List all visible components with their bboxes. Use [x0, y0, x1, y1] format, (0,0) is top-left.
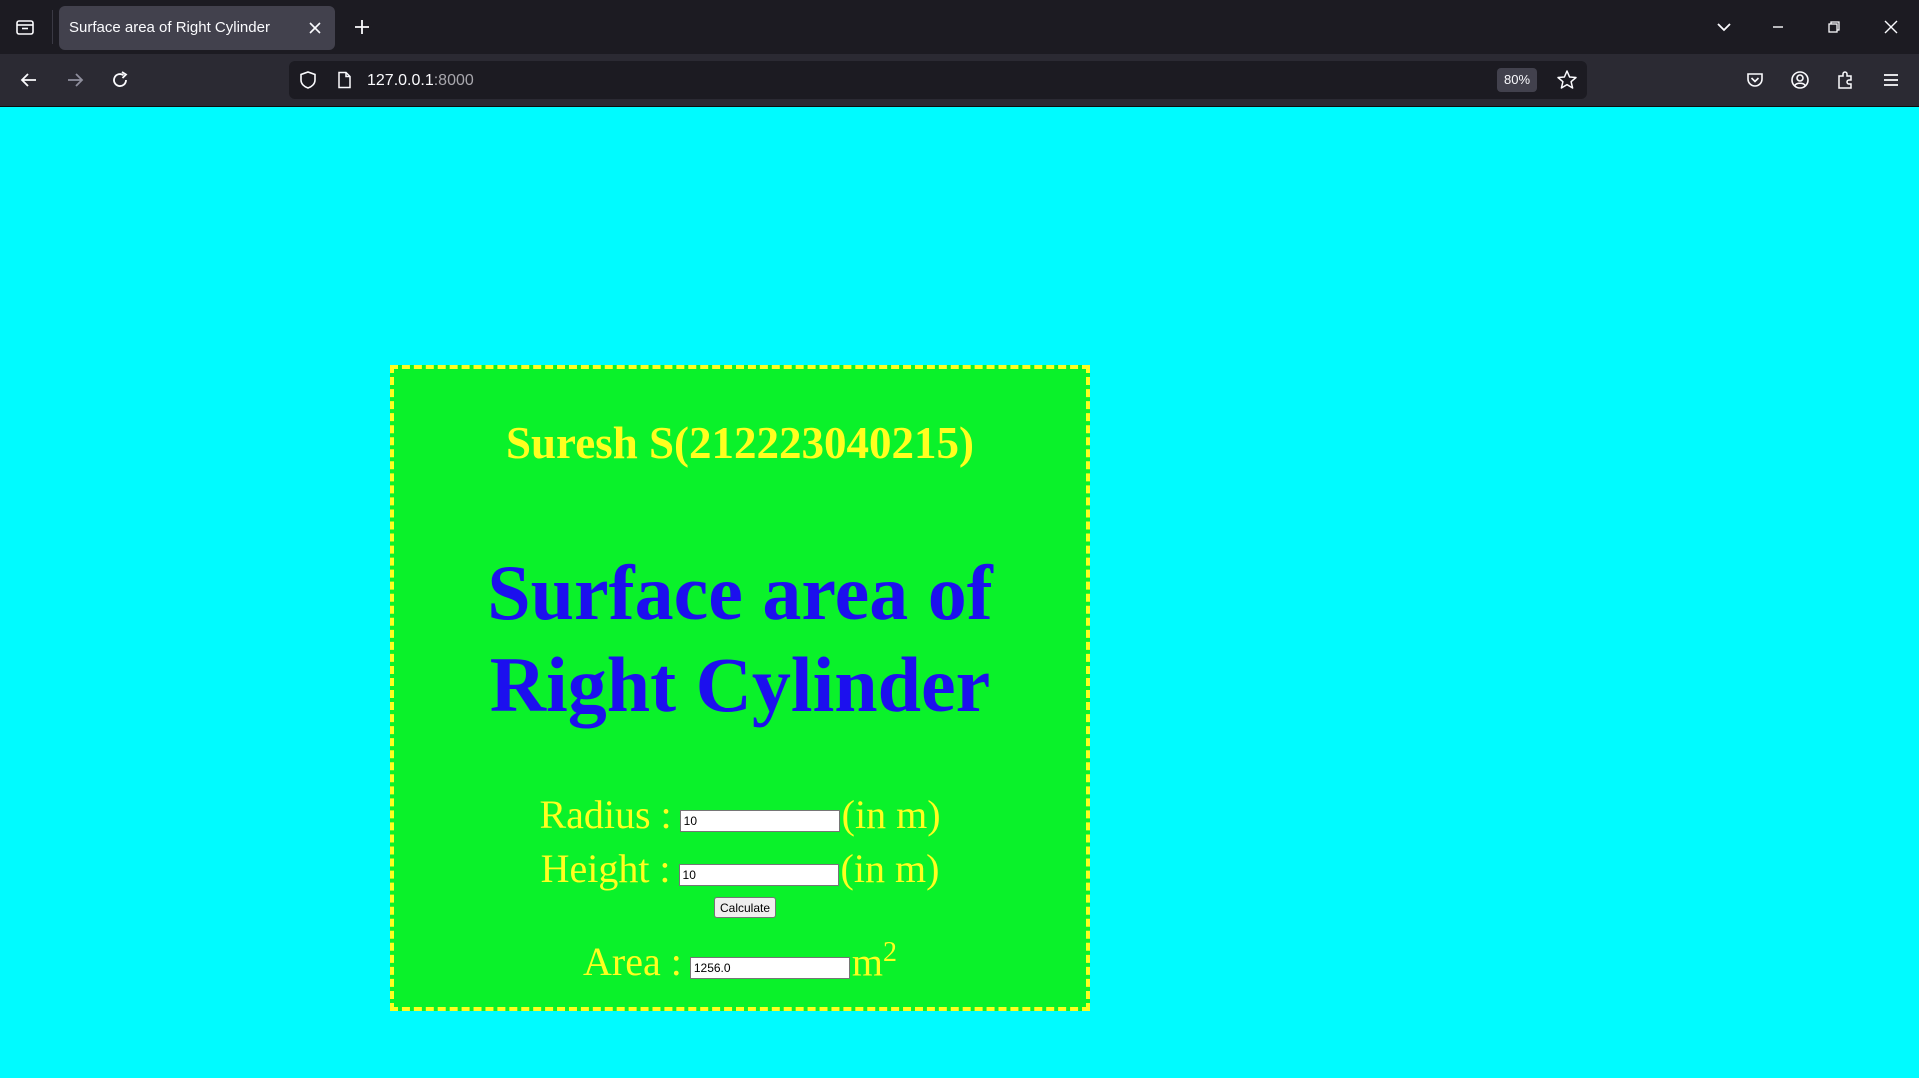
pocket-icon[interactable]: [1740, 65, 1770, 95]
area-label: Area :: [583, 939, 682, 985]
heading-line-2: Right Cylinder: [489, 641, 991, 728]
radius-row: Radius : (in m): [394, 791, 1086, 838]
url-host: 127.0.0.1: [367, 72, 434, 89]
height-unit: (in m): [840, 846, 940, 891]
area-unit: m2: [852, 937, 897, 985]
reload-icon[interactable]: [105, 65, 135, 95]
height-label: Height :: [540, 846, 671, 891]
restore-icon[interactable]: [1819, 12, 1849, 42]
url-text: 127.0.0.1:8000: [367, 72, 474, 90]
forward-arrow-icon[interactable]: [60, 65, 90, 95]
page-viewport: Suresh S(212223040215) Surface area of R…: [0, 107, 1919, 1078]
close-tab-icon[interactable]: [303, 16, 327, 40]
page-heading: Surface area of Right Cylinder: [394, 547, 1086, 731]
area-unit-exponent: 2: [882, 937, 897, 968]
firefox-view-icon[interactable]: [8, 10, 42, 44]
account-icon[interactable]: [1785, 65, 1815, 95]
radius-input[interactable]: [679, 810, 840, 832]
height-input[interactable]: [678, 864, 839, 886]
tab-bar: Surface area of Right Cylinder: [0, 0, 1919, 54]
bookmark-star-icon[interactable]: [1554, 67, 1580, 93]
close-window-icon[interactable]: [1876, 12, 1906, 42]
url-port: :8000: [433, 72, 474, 89]
radius-unit: (in m): [841, 792, 941, 837]
navigation-toolbar: 127.0.0.1:8000 80%: [0, 54, 1919, 107]
calculator-card: Suresh S(212223040215) Surface area of R…: [390, 365, 1090, 1011]
extensions-puzzle-icon[interactable]: [1831, 65, 1861, 95]
heading-line-1: Surface area of: [487, 549, 993, 636]
zoom-level-badge[interactable]: 80%: [1497, 68, 1538, 92]
new-tab-plus-icon[interactable]: [347, 12, 377, 42]
tracking-protection-shield-icon[interactable]: [295, 67, 321, 93]
minimize-icon[interactable]: [1763, 12, 1793, 42]
height-row: Height : (in m): [394, 845, 1086, 892]
student-name: Suresh S(212223040215): [506, 418, 974, 468]
list-all-tabs-chevron-icon[interactable]: [1709, 12, 1739, 42]
menu-hamburger-icon[interactable]: [1876, 65, 1906, 95]
area-row: Area : m2: [394, 937, 1086, 985]
calculate-button[interactable]: Calculate: [714, 897, 777, 918]
area-output[interactable]: [689, 957, 850, 980]
back-arrow-icon[interactable]: [14, 65, 44, 95]
tab-title: Surface area of Right Cylinder: [69, 19, 270, 36]
radius-label: Radius :: [539, 792, 672, 837]
url-bar[interactable]: 127.0.0.1:8000 80%: [289, 61, 1587, 99]
area-unit-base: m: [851, 939, 883, 985]
page-info-icon[interactable]: [331, 67, 357, 93]
tab-active[interactable]: Surface area of Right Cylinder: [59, 6, 335, 50]
tab-divider: [52, 10, 53, 44]
